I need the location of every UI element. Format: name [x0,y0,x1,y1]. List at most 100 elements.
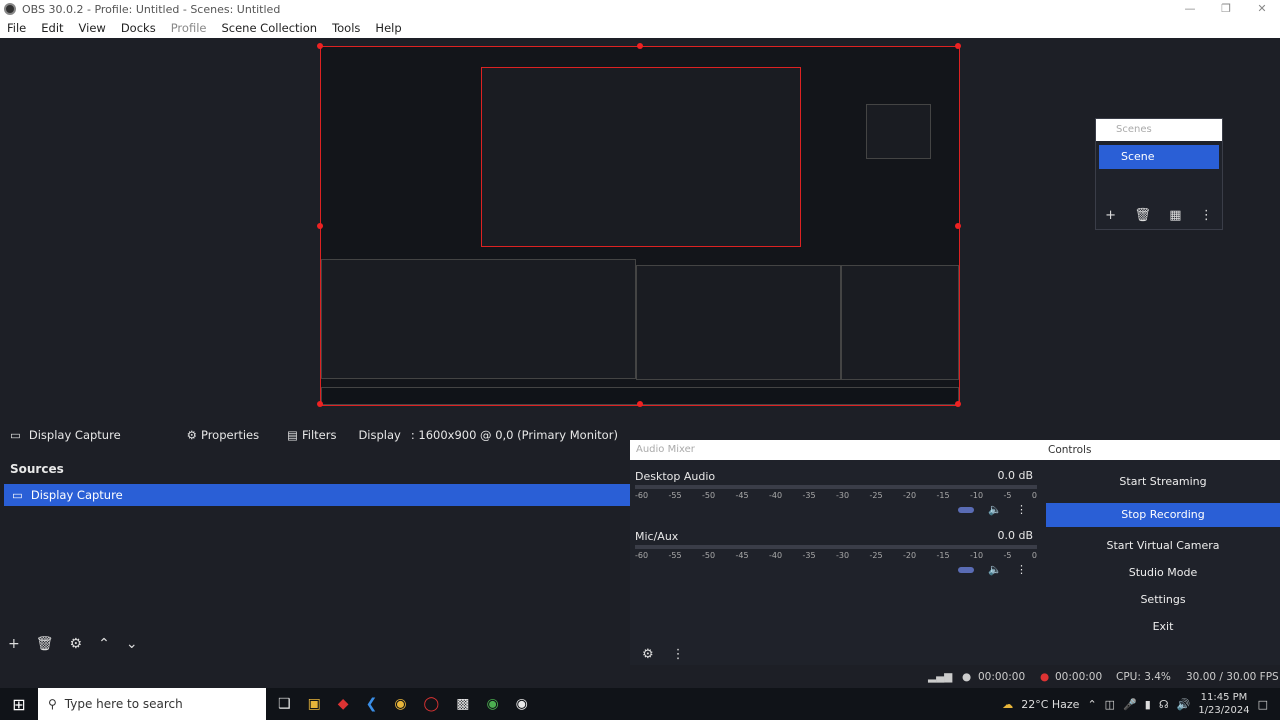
window-controls: — ❐ ✕ [1172,0,1280,18]
add-source-icon[interactable]: + [8,636,20,652]
taskbar-clock[interactable]: 11:45 PM 1/23/2024 [1198,691,1249,717]
menu-view[interactable]: View [72,21,114,35]
resize-handle-t[interactable] [637,43,643,49]
controls-header: Controls [1042,440,1280,460]
menu-help[interactable]: Help [368,21,409,35]
menu-profile[interactable]: Profile [164,21,215,35]
scenes-dock: Scenes Scene + 🗑 ▦ ⋮ [1095,118,1223,230]
source-item[interactable]: ▭ Display Capture [4,484,630,506]
channel-controls: 🔈 ⋮ [958,503,1027,516]
wifi-icon[interactable]: ☊ [1159,698,1169,711]
menu-file[interactable]: File [0,21,34,35]
source-context-bar: ▭ Display Capture ⚙ Properties ▤ Filters… [0,424,630,446]
settings-button[interactable]: Settings [1046,588,1280,612]
controls-dock: Controls Start Streaming Stop Recording … [1042,440,1280,665]
battery-icon[interactable]: ▮ [1145,698,1151,711]
scenes-header: Scenes [1096,119,1222,141]
chrome-icon[interactable]: ◉ [394,696,406,712]
source-properties-icon[interactable]: ⚙ [70,636,83,652]
tick: -25 [869,491,883,500]
mixer-menu-icon[interactable]: ⋮ [672,647,685,662]
menu-docks[interactable]: Docks [114,21,164,35]
start-streaming-button[interactable]: Start Streaming [1046,470,1280,494]
chrome-alt-icon[interactable]: ◉ [486,696,498,712]
tick: -60 [635,551,649,560]
resize-handle-b[interactable] [637,401,643,407]
minimize-button[interactable]: — [1172,0,1208,18]
maximize-button[interactable]: ❐ [1208,0,1244,18]
resize-handle-tr[interactable] [955,43,961,49]
mute-speaker-icon[interactable]: 🔈 [988,503,1002,516]
task-view-icon[interactable]: ❑ [278,696,291,712]
mixer-channel-mic-aux: Mic/Aux 0.0 dB -60 -55 -50 -45 -40 -35 -30 -25-… [635,529,1037,576]
menu-scene-collection[interactable]: Scene Collection [214,21,325,35]
move-up-icon[interactable]: ⌃ [98,636,110,652]
channel-menu-icon[interactable]: ⋮ [1016,563,1027,576]
obs-logo-icon [4,3,16,15]
tray-app-icon[interactable]: ◫ [1105,698,1115,711]
advanced-audio-icon[interactable]: ⚙ [642,647,654,662]
tick: -25 [869,551,883,560]
channel-name: Desktop Audio [635,470,716,483]
channel-menu-icon[interactable]: ⋮ [1016,503,1027,516]
resize-handle-tl[interactable] [317,43,323,49]
tick: -60 [635,491,649,500]
sources-toolbar: + 🗑 ⚙ ⌃ ⌄ [8,636,138,652]
scene-item[interactable]: Scene [1099,145,1219,169]
terminal-icon[interactable]: ▩ [456,696,469,712]
display-label: Display [358,428,401,442]
channel-name: Mic/Aux [635,530,679,543]
meter-ticks: -60 -55 -50 -45 -40 -35 -30 -25 -20 -15 -10 -5 0 [635,551,1037,560]
tray-chevron-icon[interactable]: ⌃ [1087,698,1096,711]
mute-speaker-icon[interactable]: 🔈 [988,563,1002,576]
sources-dock: Sources ▭ Display Capture + 🗑 ⚙ ⌃ ⌄ [0,458,630,663]
volume-slider[interactable] [958,506,975,513]
windows-start-icon[interactable]: ⊞ [0,695,38,714]
monitor-icon: ▭ [10,428,21,442]
stream-time: 00:00:00 [978,671,1026,683]
tick: -10 [970,551,984,560]
vscode-icon[interactable]: ❮ [366,696,378,712]
file-explorer-icon[interactable]: ▣ [308,696,321,712]
volume-icon[interactable]: 🔊 [1177,698,1191,711]
resize-handle-bl[interactable] [317,401,323,407]
audio-mixer-dock: Audio Mixer Desktop Audio 0.0 dB -60 -55 -… [630,440,1042,665]
gear-icon: ⚙ [186,428,197,442]
exit-button[interactable]: Exit [1046,615,1280,639]
remove-scene-icon[interactable]: 🗑 [1134,208,1151,223]
studio-mode-button[interactable]: Studio Mode [1046,561,1280,585]
opera-icon[interactable]: ◯ [424,696,440,712]
move-down-icon[interactable]: ⌄ [126,636,138,652]
stop-recording-button[interactable]: Stop Recording [1046,503,1280,527]
tick: -45 [735,491,749,500]
screen-recorder-icon[interactable]: ◆ [338,696,349,712]
properties-label: Properties [200,428,260,442]
microphone-icon[interactable]: 🎤 [1123,698,1137,711]
properties-button[interactable]: ⚙ Properties [187,428,259,442]
start-virtual-camera-button[interactable]: Start Virtual Camera [1046,534,1280,558]
menu-tools[interactable]: Tools [325,21,368,35]
resize-handle-r[interactable] [955,223,961,229]
filters-button[interactable]: ▤ Filters [287,428,336,442]
remove-source-icon[interactable]: 🗑 [36,636,54,652]
preview-canvas[interactable] [317,43,961,407]
add-scene-icon[interactable]: + [1105,208,1116,223]
close-button[interactable]: ✕ [1244,0,1280,18]
volume-slider[interactable] [958,566,975,573]
fps-readout: 30.00 / 30.00 FPS [1186,671,1279,683]
window-title: OBS 30.0.2 - Profile: Untitled - Scenes:… [22,2,281,16]
resize-handle-l[interactable] [317,223,323,229]
resize-handle-br[interactable] [955,401,961,407]
display-selector[interactable]: Display : 1600x900 @ 0,0 (Primary Monito… [358,428,617,442]
scene-filters-icon[interactable]: ▦ [1169,208,1181,223]
notifications-icon[interactable]: □ [1258,698,1268,711]
display-value: : 1600x900 @ 0,0 (Primary Monitor) [410,428,618,442]
recording-dot-icon: ● [1040,671,1050,683]
obs-taskbar-icon[interactable]: ◉ [516,696,528,712]
taskbar-search[interactable]: ⚲ Type here to search [38,688,266,720]
tick: -40 [769,491,783,500]
volume-meter [635,485,1037,489]
more-options-icon[interactable]: ⋮ [1200,208,1213,223]
menu-edit[interactable]: Edit [34,21,71,35]
tick: -30 [836,491,850,500]
